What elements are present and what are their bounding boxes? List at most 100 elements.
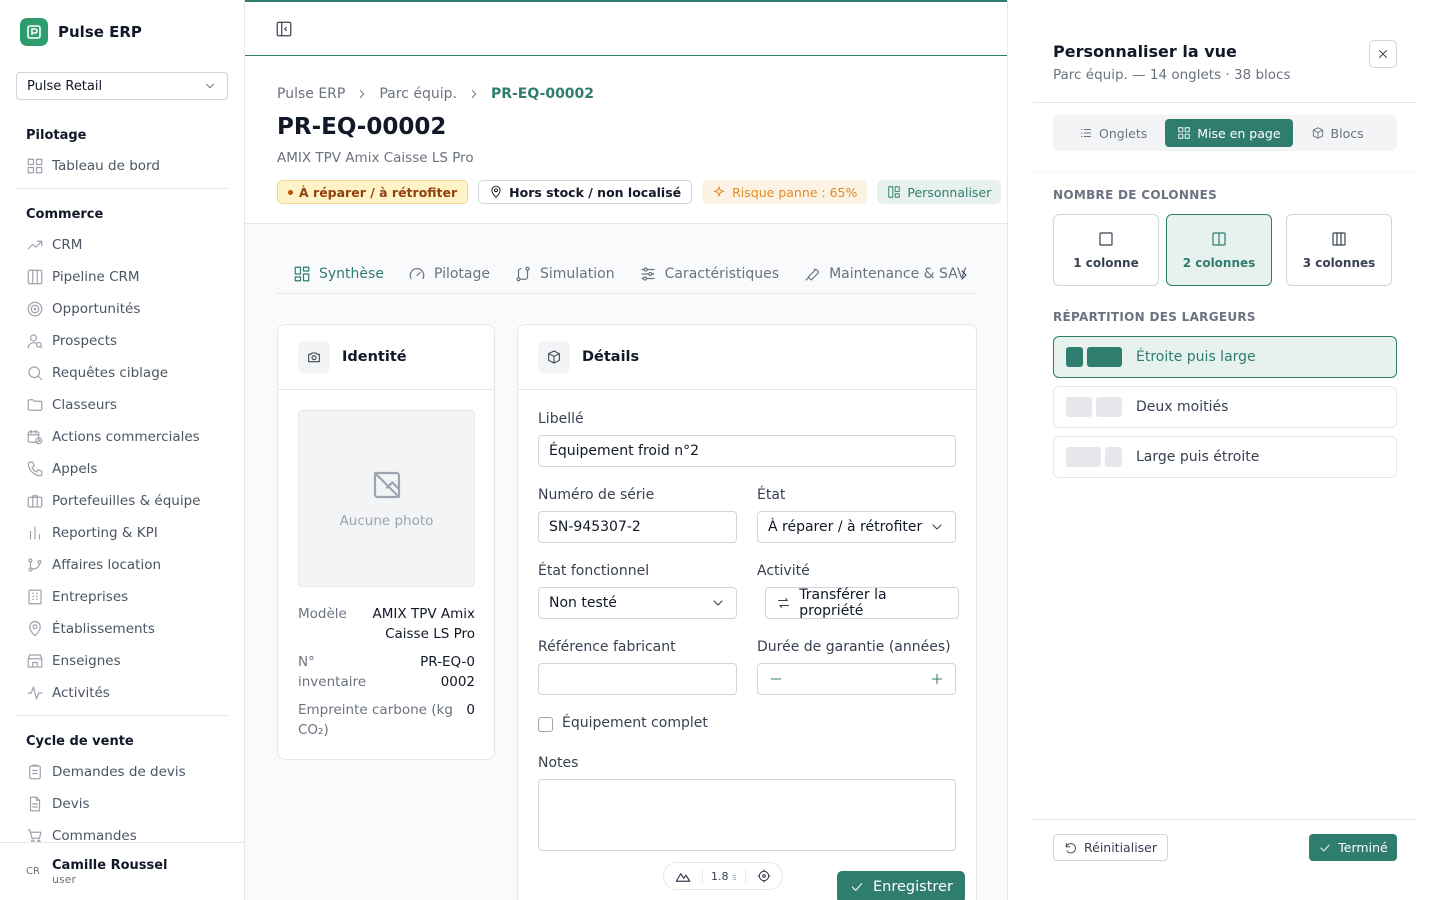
image-off-icon — [373, 471, 400, 498]
square-icon — [1099, 232, 1113, 246]
sidebar-item-appels[interactable]: Appels — [16, 453, 228, 485]
organization-select[interactable]: Pulse Retail — [16, 72, 228, 100]
save-button[interactable]: Enregistrer — [837, 871, 965, 900]
done-button[interactable]: Terminé — [1309, 834, 1397, 861]
sidebar-item-prospects[interactable]: Prospects — [16, 325, 228, 357]
photo-placeholder[interactable]: Aucune photo — [298, 410, 475, 587]
functional-state-label: État fonctionnel — [538, 563, 650, 579]
sidebar-toggle-button[interactable] — [275, 20, 293, 38]
status-badge: À réparer / à rétrofiter — [277, 180, 469, 204]
user-search-icon — [27, 334, 43, 349]
column-option-3[interactable]: 3 colonnes — [1286, 214, 1392, 286]
minus-icon[interactable] — [768, 671, 784, 687]
widths-section-title: RÉPARTITION DES LARGEURS — [1053, 310, 1256, 324]
target-icon — [27, 301, 43, 317]
transfer-ownership-label: Transférer la propriété — [799, 587, 887, 619]
sidebar-item-demandes-devis[interactable]: Demandes de devis — [16, 756, 228, 788]
column-option-2[interactable]: 2 colonnes — [1166, 214, 1272, 286]
transfer-ownership-button[interactable]: Transférer la propriété — [765, 587, 959, 619]
tab-synthese[interactable]: Synthèse — [293, 256, 384, 292]
sidebar-item-label: Opportunités — [52, 301, 141, 317]
breadcrumb-item[interactable]: Pulse ERP — [277, 86, 345, 102]
chevron-right-icon — [961, 270, 967, 280]
sidebar-item-requetes-ciblage[interactable]: Requêtes ciblage — [16, 357, 228, 389]
libelle-input[interactable]: Équipement froid n°2 — [538, 435, 956, 467]
sidebar-item-pipeline-crm[interactable]: Pipeline CRM — [16, 261, 228, 293]
reset-button[interactable]: Réinitialiser — [1053, 834, 1169, 861]
sidebar-item-tableau-de-bord[interactable]: Tableau de bord — [16, 150, 228, 182]
topbar — [245, 0, 1007, 56]
sidebar-item-entreprises[interactable]: Entreprises — [16, 581, 228, 613]
tab-simulation[interactable]: Simulation — [514, 256, 615, 292]
breadcrumb-current: PR-EQ-00002 — [490, 86, 595, 102]
panel-subtitle: Parc équip. — 14 onglets · 38 blocs — [1053, 67, 1291, 83]
status-badge-label: À réparer / à rétrofiter — [299, 184, 458, 200]
column-option-label: 2 colonnes — [1182, 256, 1256, 270]
grid-icon — [1178, 127, 1190, 139]
camera-icon — [298, 341, 330, 373]
equipment-complete-checkbox[interactable] — [538, 717, 553, 732]
sidebar-item-etablissements[interactable]: Établissements — [16, 613, 228, 645]
close-button[interactable] — [1369, 40, 1397, 68]
sidebar-item-label: Portefeuilles & équipe — [52, 493, 201, 509]
segment-mise-en-page[interactable]: Mise en page — [1165, 119, 1293, 147]
user-profile[interactable]: CR Camille Roussel user — [0, 842, 245, 900]
width-option-wide-narrow[interactable]: Large puis étroite — [1053, 436, 1397, 478]
tabs-scroll-right-button[interactable] — [951, 262, 977, 288]
avatar: CR — [26, 866, 40, 877]
tab-maintenance-sav[interactable]: Maintenance & SAV — [803, 256, 966, 292]
columns-section-title: NOMBRE DE COLONNES — [1053, 188, 1218, 202]
width-swatch — [1066, 347, 1122, 367]
maker-ref-input[interactable] — [538, 663, 737, 695]
notes-textarea[interactable] — [538, 779, 956, 851]
dashboard-icon — [294, 266, 310, 282]
segment-onglets[interactable]: Onglets — [1067, 119, 1159, 147]
sidebar-item-affaires-location[interactable]: Affaires location — [16, 549, 228, 581]
tab-label: Synthèse — [319, 266, 384, 282]
trend-icon — [27, 240, 43, 250]
sidebar-item-reporting[interactable]: Reporting & KPI — [16, 517, 228, 549]
column-option-label: 3 colonnes — [1302, 256, 1376, 270]
load-time-value: 1.8 — [711, 869, 729, 883]
sidebar-item-activites[interactable]: Activités — [16, 677, 228, 709]
chevron-right-icon — [360, 90, 365, 98]
sidebar-item-portefeuilles[interactable]: Portefeuilles & équipe — [16, 485, 228, 517]
badge-row: À réparer / à rétrofiter Hors stock / no… — [277, 180, 1002, 204]
state-select[interactable]: À réparer / à rétrofiter — [757, 511, 956, 543]
functional-state-select[interactable]: Non testé — [538, 587, 737, 619]
brand[interactable]: Pulse ERP — [20, 18, 142, 46]
sidebar-item-label: Requêtes ciblage — [52, 365, 169, 381]
sidebar-item-classeurs[interactable]: Classeurs — [16, 389, 228, 421]
sidebar-item-label: Activités — [52, 685, 110, 701]
width-option-narrow-wide[interactable]: Étroite puis large — [1053, 336, 1397, 378]
serial-input[interactable]: SN-945307-2 — [538, 511, 737, 543]
tab-pilotage[interactable]: Pilotage — [408, 256, 490, 292]
crosshair-icon[interactable] — [756, 868, 772, 884]
clipboard-icon — [29, 764, 41, 780]
customize-button[interactable]: Personnaliser — [877, 180, 1002, 204]
width-option-halves[interactable]: Deux moitiés — [1053, 386, 1397, 428]
model-value: AMIX TPV Amix Caisse LS Pro — [372, 606, 475, 642]
stock-badge: Hors stock / non localisé — [478, 180, 693, 204]
sidebar-item-devis[interactable]: Devis — [16, 788, 228, 820]
sidebar-item-enseignes[interactable]: Enseignes — [16, 645, 228, 677]
segment-label: Mise en page — [1197, 125, 1281, 141]
perf-indicator: 1.8 s — [663, 862, 783, 890]
rotate-ccw-icon — [1065, 842, 1076, 853]
sidebar-item-crm[interactable]: CRM — [16, 229, 228, 261]
sidebar-item-label: Reporting & KPI — [52, 525, 158, 541]
breadcrumb-item[interactable]: Parc équip. — [379, 86, 457, 102]
divider — [1033, 819, 1417, 820]
columns-icon — [27, 269, 43, 285]
column-option-1[interactable]: 1 colonne — [1053, 214, 1159, 286]
tab-caracteristiques[interactable]: Caractéristiques — [639, 256, 779, 292]
sidebar-item-opportunites[interactable]: Opportunités — [16, 293, 228, 325]
segment-blocs[interactable]: Blocs — [1299, 119, 1376, 147]
check-icon — [1320, 844, 1330, 851]
plus-icon[interactable] — [929, 671, 945, 687]
sidebar-item-actions-commerciales[interactable]: Actions commerciales — [16, 421, 228, 453]
notes-label: Notes — [538, 755, 579, 771]
state-label: État — [757, 487, 786, 503]
warranty-stepper[interactable] — [757, 663, 956, 695]
width-option-label: Deux moitiés — [1136, 399, 1229, 415]
